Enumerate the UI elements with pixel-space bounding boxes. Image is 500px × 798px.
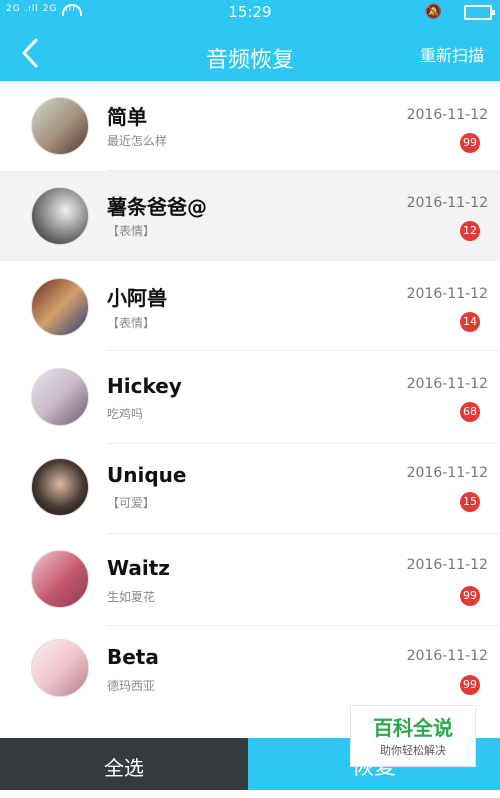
- divider: [107, 350, 500, 351]
- count-badge: 99: [460, 675, 480, 695]
- top-bar: 2G .ıll 2G .ıll 15:29 🔕 音频恢复 重新扫描: [0, 0, 500, 81]
- conversation-list: 简单 最近怎么样 2016-11-12 99 薯条爸爸@ 【表情】 2016-1…: [0, 81, 500, 738]
- avatar: [31, 97, 89, 155]
- message-date: 2016-11-12: [406, 376, 488, 392]
- status-right-icons: 🔕: [424, 4, 495, 20]
- message-date: 2016-11-12: [406, 107, 488, 123]
- last-message: 德玛西亚: [107, 679, 156, 693]
- count-badge: 12: [460, 221, 480, 241]
- avatar: [31, 278, 89, 336]
- message-date: 2016-11-12: [406, 557, 488, 573]
- message-date: 2016-11-12: [406, 648, 488, 664]
- avatar: [31, 187, 89, 245]
- count-badge: 99: [460, 586, 480, 606]
- avatar: [31, 368, 89, 426]
- list-item[interactable]: Unique 【可爱】 2016-11-12 15: [0, 443, 500, 534]
- list-item[interactable]: 简单 最近怎么样 2016-11-12 99: [0, 81, 500, 171]
- battery-icon: [464, 4, 495, 20]
- last-message: 【表情】: [107, 224, 156, 238]
- contact-name: Beta: [107, 645, 159, 669]
- count-badge: 15: [460, 492, 480, 512]
- select-all-button[interactable]: 全选: [0, 738, 248, 790]
- contact-name: Unique: [107, 463, 187, 487]
- last-message: 最近怎么样: [107, 134, 168, 148]
- list-item[interactable]: Waitz 生如夏花 2016-11-12 99: [0, 534, 500, 626]
- last-message: 吃鸡吗: [107, 407, 144, 421]
- avatar: [31, 639, 89, 697]
- contact-name: Waitz: [107, 556, 170, 580]
- watermark-logo: 百科全说 助你轻松解决: [350, 705, 476, 767]
- last-message: 生如夏花: [107, 590, 156, 604]
- watermark-subtitle: 助你轻松解决: [380, 744, 446, 757]
- contact-name: 简单: [107, 105, 147, 129]
- list-item[interactable]: 薯条爸爸@ 【表情】 2016-11-12 12: [0, 171, 500, 261]
- list-item[interactable]: 小阿兽 【表情】 2016-11-12 14: [0, 261, 500, 351]
- count-badge: 99: [460, 133, 480, 153]
- avatar: [31, 458, 89, 516]
- status-bar: 2G .ıll 2G .ıll 15:29 🔕: [0, 0, 500, 26]
- avatar: [31, 550, 89, 608]
- message-date: 2016-11-12: [406, 286, 488, 302]
- last-message: 【可爱】: [107, 496, 156, 510]
- contact-name: 小阿兽: [107, 286, 167, 310]
- message-date: 2016-11-12: [406, 195, 488, 211]
- notification-muted-icon: 🔕: [424, 4, 443, 20]
- message-date: 2016-11-12: [406, 465, 488, 481]
- watermark-title: 百科全说: [373, 716, 453, 740]
- rescan-button[interactable]: 重新扫描: [420, 42, 484, 66]
- contact-name: 薯条爸爸@: [107, 195, 207, 219]
- contact-name: Hickey: [107, 374, 182, 398]
- list-item[interactable]: Beta 德玛西亚 2016-11-12 99: [0, 625, 500, 715]
- count-badge: 14: [460, 312, 480, 332]
- list-item[interactable]: Hickey 吃鸡吗 2016-11-12 68: [0, 352, 500, 444]
- last-message: 【表情】: [107, 316, 156, 330]
- count-badge: 68: [460, 402, 480, 422]
